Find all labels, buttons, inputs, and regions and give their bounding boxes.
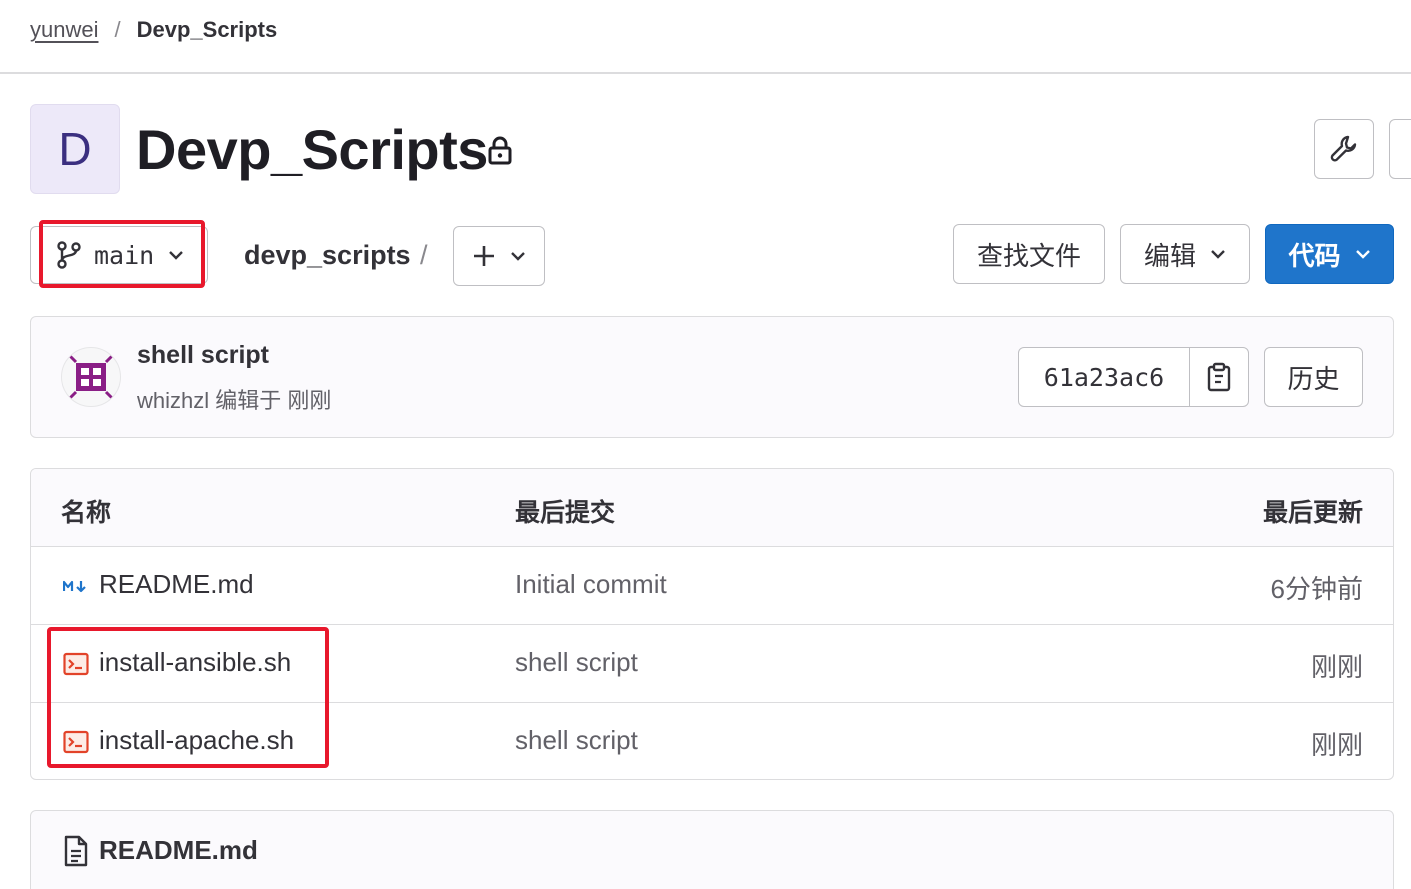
file-updated-time: 刚刚 (1310, 730, 1363, 760)
table-row[interactable]: install-ansible.sh shell script 刚刚 (31, 625, 1393, 703)
wrench-icon (1330, 135, 1357, 162)
file-name-link[interactable]: README.md (99, 569, 254, 600)
breadcrumb-separator: / (114, 17, 121, 42)
markdown-icon (63, 580, 86, 593)
file-name-link[interactable]: install-ansible.sh (99, 647, 291, 678)
code-dropdown-button[interactable]: 代码 (1265, 224, 1394, 284)
edit-button-label: 编辑 (1143, 240, 1196, 271)
header-name: 名称 (61, 499, 112, 527)
history-button[interactable]: 历史 (1264, 347, 1363, 407)
more-actions-button[interactable] (1389, 119, 1411, 179)
commit-title[interactable]: shell script (137, 341, 269, 370)
document-icon (64, 835, 88, 867)
chevron-down-icon (169, 251, 184, 260)
add-to-tree-button[interactable] (453, 226, 545, 286)
file-table: 名称 最后提交 最后更新 README.md Initial commit 6分… (30, 468, 1394, 780)
header-last-commit: 最后提交 (515, 499, 616, 527)
table-row[interactable]: README.md Initial commit 6分钟前 (31, 547, 1393, 625)
header-divider (0, 72, 1411, 74)
chevron-down-icon (1355, 250, 1370, 259)
commit-sha-group: 61a23ac6 (1018, 347, 1249, 407)
file-updated-time: 6分钟前 (1270, 574, 1363, 604)
clipboard-icon (1207, 362, 1231, 392)
edit-dropdown-button[interactable]: 编辑 (1120, 224, 1250, 284)
project-title: Devp_Scripts (136, 118, 488, 181)
plus-icon (474, 246, 494, 266)
lock-icon (488, 136, 512, 165)
file-updated-time: 刚刚 (1310, 652, 1363, 682)
commit-meta: whizhzl 编辑于 刚刚 (137, 388, 332, 413)
branch-icon (57, 241, 81, 269)
last-commit-panel: shell script whizhzl 编辑于 刚刚 61a23ac6 历史 (30, 316, 1394, 438)
chevron-down-icon (511, 252, 525, 261)
identicon-icon (66, 352, 116, 402)
file-commit-link[interactable]: Initial commit (515, 569, 667, 600)
readme-panel: README.md (30, 810, 1394, 889)
repo-path-separator: / (420, 240, 428, 270)
settings-button[interactable] (1314, 119, 1374, 179)
table-header: 名称 最后提交 最后更新 (31, 469, 1393, 547)
breadcrumb-project-link[interactable]: Devp_Scripts (137, 17, 278, 43)
repo-path-root[interactable]: devp_scripts (244, 236, 411, 274)
branch-selector[interactable]: main (30, 226, 208, 284)
readme-title: README.md (99, 835, 258, 865)
table-row[interactable]: install-apache.sh shell script 刚刚 (31, 703, 1393, 779)
project-avatar[interactable]: D (30, 104, 120, 194)
shell-file-icon (63, 652, 89, 676)
commit-author-avatar[interactable] (61, 347, 121, 407)
shell-file-icon (63, 730, 89, 754)
code-button-label: 代码 (1288, 240, 1341, 271)
file-name-link[interactable]: install-apache.sh (99, 725, 294, 756)
copy-sha-button[interactable] (1190, 348, 1248, 406)
header-last-update: 最后更新 (1262, 499, 1363, 527)
branch-name: main (94, 240, 155, 270)
breadcrumb: yunwei / Devp_Scripts (30, 14, 277, 46)
chevron-down-icon (1211, 250, 1225, 259)
file-commit-link[interactable]: shell script (515, 647, 638, 678)
find-file-button[interactable]: 查找文件 (953, 224, 1105, 284)
breadcrumb-namespace-link[interactable]: yunwei (30, 17, 98, 43)
commit-sha[interactable]: 61a23ac6 (1019, 348, 1190, 406)
file-commit-link[interactable]: shell script (515, 725, 638, 756)
